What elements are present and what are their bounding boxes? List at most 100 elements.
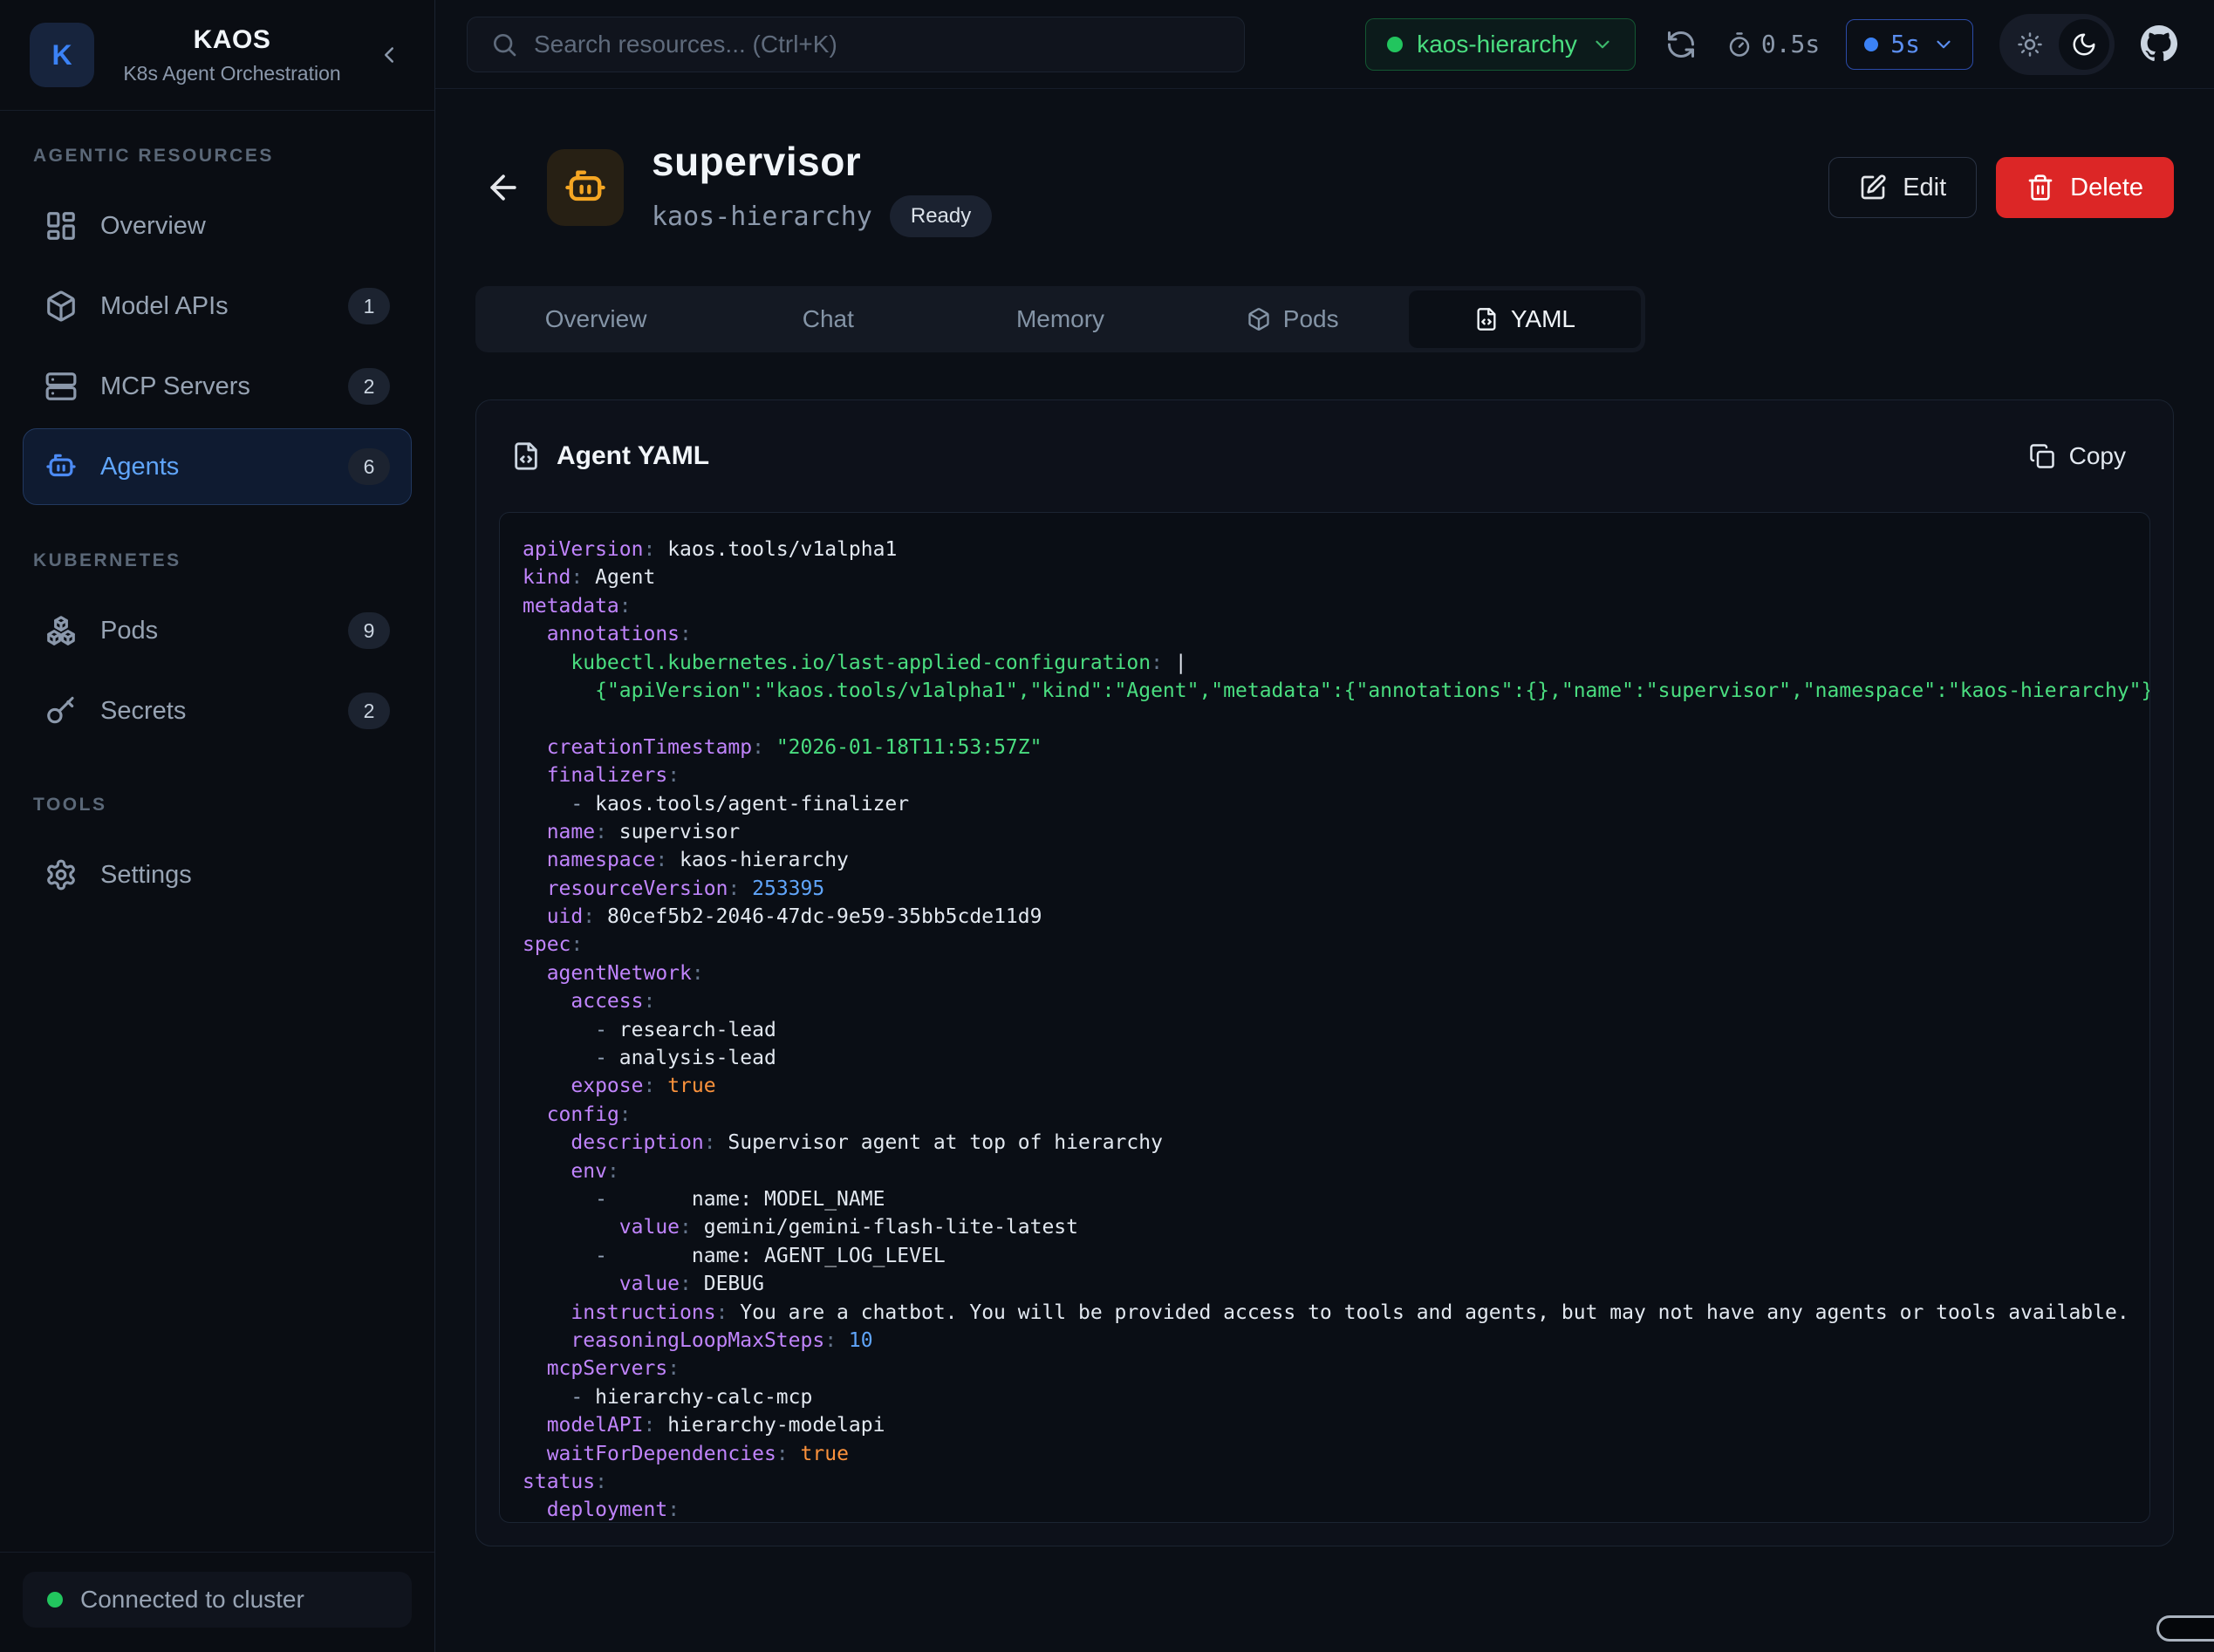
sidebar-footer: Connected to cluster	[0, 1552, 434, 1652]
timer-icon	[1726, 31, 1753, 58]
count-badge: 9	[348, 612, 390, 649]
yaml-line: - analysis-lead	[523, 1044, 2149, 1072]
yaml-line: name: supervisor	[523, 818, 2149, 846]
delete-button-label: Delete	[2070, 174, 2143, 202]
refresh-interval-selector[interactable]: 5s	[1846, 19, 1973, 70]
gear-icon	[44, 858, 78, 891]
yaml-line: access:	[523, 987, 2149, 1015]
sidebar-item-label: Secrets	[100, 697, 186, 726]
search-box[interactable]	[467, 17, 1245, 72]
sidebar-item-secrets[interactable]: Secrets2	[23, 672, 412, 749]
yaml-line: kind: Agent	[523, 563, 2149, 591]
yaml-line: config:	[523, 1101, 2149, 1129]
file-code-icon	[511, 441, 541, 471]
yaml-line: creationTimestamp: "2026-01-18T11:53:57Z…	[523, 734, 2149, 761]
search-input[interactable]	[534, 31, 1221, 58]
tab-chat[interactable]: Chat	[712, 290, 944, 348]
cluster-status-text: Connected to cluster	[80, 1586, 304, 1614]
yaml-line: metadata:	[523, 592, 2149, 620]
arrow-left-icon	[484, 168, 523, 207]
yaml-code[interactable]: apiVersion: kaos.tools/v1alpha1kind: Age…	[499, 512, 2150, 1523]
boxes-icon	[44, 614, 78, 647]
interval-dot	[1864, 38, 1878, 51]
file-code-icon	[1474, 307, 1499, 331]
edit-button-label: Edit	[1903, 174, 1946, 202]
chevron-down-icon	[1932, 33, 1955, 56]
tab-memory[interactable]: Memory	[944, 290, 1176, 348]
sidebar-item-label: Model APIs	[100, 292, 229, 321]
status-dot-green	[47, 1592, 63, 1608]
yaml-line: namespace: kaos-hierarchy	[523, 846, 2149, 874]
sun-icon	[2017, 31, 2043, 58]
topbar: kaos-hierarchy 0.5s 5s	[435, 0, 2214, 89]
github-button[interactable]	[2141, 25, 2179, 64]
server-icon	[44, 370, 78, 403]
light-theme-button[interactable]	[2005, 19, 2055, 70]
refresh-duration: 0.5s	[1726, 30, 1820, 58]
bot-icon	[563, 165, 608, 210]
yaml-line: env:	[523, 1157, 2149, 1185]
copy-button[interactable]: Copy	[2017, 433, 2138, 479]
sidebar-collapse-button[interactable]	[370, 36, 408, 74]
yaml-card-title-row: Agent YAML	[511, 441, 709, 471]
theme-toggle	[1999, 14, 2115, 75]
app-logo-row: K KAOS K8s Agent Orchestration	[0, 0, 434, 111]
count-badge: 1	[348, 288, 390, 324]
tab-overview[interactable]: Overview	[480, 290, 712, 348]
yaml-line: apiVersion: kaos.tools/v1alpha1	[523, 536, 2149, 563]
yaml-line: - research-lead	[523, 1016, 2149, 1044]
sidebar-item-mcp-servers[interactable]: MCP Servers2	[23, 348, 412, 425]
yaml-line: annotations:	[523, 620, 2149, 648]
refresh-button[interactable]	[1662, 25, 1700, 64]
sidebar-item-label: Agents	[100, 453, 179, 481]
app-title: KAOS	[115, 25, 349, 55]
yaml-line: value: DEBUG	[523, 1270, 2149, 1298]
yaml-line: - hierarchy-calc-mcp	[523, 1383, 2149, 1411]
yaml-line: uid: 80cef5b2-2046-47dc-9e59-35bb5cde11d…	[523, 903, 2149, 931]
chevron-left-icon	[376, 42, 402, 68]
agent-detail-header: supervisor kaos-hierarchy Ready Edit Del…	[475, 138, 2174, 237]
horizontal-scrollbar-thumb[interactable]	[2156, 1615, 2214, 1642]
yaml-line	[523, 705, 2149, 733]
moon-icon	[2071, 31, 2097, 58]
yaml-line: waitForDependencies: true	[523, 1440, 2149, 1468]
tab-pods[interactable]: Pods	[1177, 290, 1409, 348]
edit-button[interactable]: Edit	[1828, 157, 1977, 218]
tab-yaml[interactable]: YAML	[1409, 290, 1641, 348]
main-content: supervisor kaos-hierarchy Ready Edit Del…	[435, 89, 2214, 1652]
yaml-line: deployment:	[523, 1496, 2149, 1523]
bot-icon	[44, 450, 78, 483]
cube-icon	[44, 290, 78, 323]
namespace-selector[interactable]: kaos-hierarchy	[1365, 18, 1636, 71]
back-button[interactable]	[484, 168, 523, 207]
app-logo: K	[30, 23, 94, 87]
dark-theme-button[interactable]	[2059, 19, 2109, 70]
sidebar-item-overview[interactable]: Overview	[23, 188, 412, 264]
sidebar-section-label: KUBERNETES	[33, 550, 401, 571]
sidebar-item-label: MCP Servers	[100, 372, 250, 401]
tab-label: YAML	[1511, 305, 1575, 333]
app-logo-letter: K	[51, 39, 72, 72]
sidebar-item-pods[interactable]: Pods9	[23, 592, 412, 669]
edit-icon	[1859, 174, 1887, 201]
copy-button-label: Copy	[2069, 442, 2126, 470]
yaml-line: resourceVersion: 253395	[523, 875, 2149, 903]
server-icon	[44, 370, 78, 403]
yaml-card-title: Agent YAML	[557, 441, 709, 471]
yaml-line: spec:	[523, 931, 2149, 959]
trash-icon	[2026, 174, 2054, 201]
yaml-line: description: Supervisor agent at top of …	[523, 1129, 2149, 1157]
delete-button[interactable]: Delete	[1996, 157, 2174, 218]
sidebar-item-agents[interactable]: Agents 6	[23, 428, 412, 505]
yaml-card-header: Agent YAML Copy	[499, 433, 2150, 479]
sidebar-item-settings[interactable]: Settings	[23, 836, 412, 913]
yaml-line: reasoningLoopMaxSteps: 10	[523, 1327, 2149, 1355]
count-badge: 6	[348, 448, 390, 485]
yaml-line: agentNetwork:	[523, 959, 2149, 987]
agent-title-block: supervisor kaos-hierarchy Ready	[652, 138, 992, 237]
copy-icon	[2029, 443, 2055, 469]
search-icon	[490, 31, 518, 58]
yaml-line: kubectl.kubernetes.io/last-applied-confi…	[523, 649, 2149, 677]
yaml-line: - name: MODEL_NAME	[523, 1185, 2149, 1213]
sidebar-item-model-apis[interactable]: Model APIs 1	[23, 268, 412, 345]
